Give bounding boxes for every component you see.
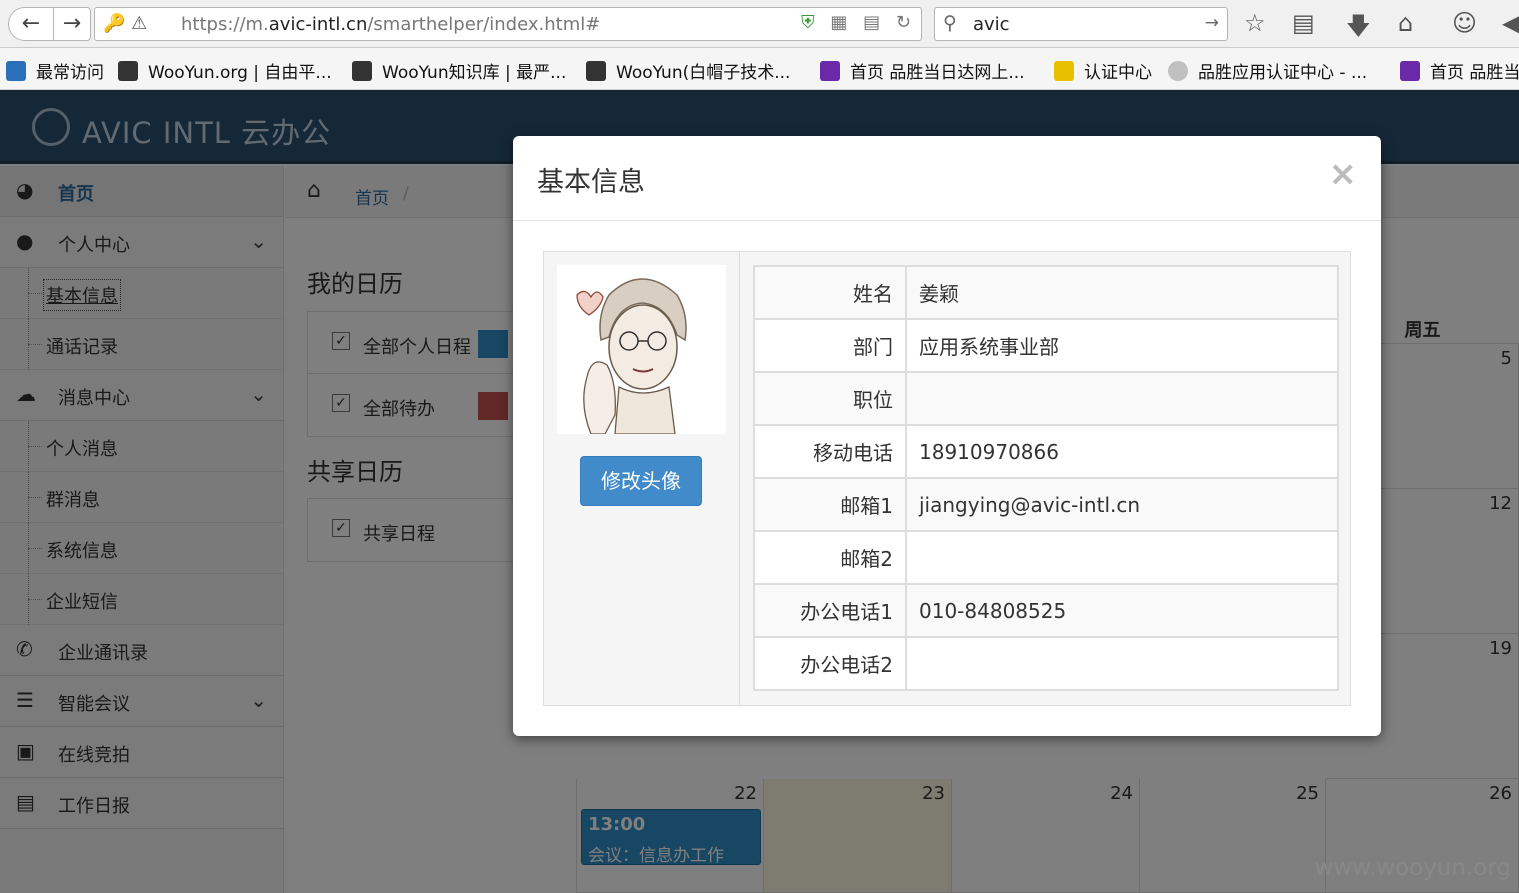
modal-title: 基本信息	[537, 167, 645, 198]
forward-button[interactable]: →	[53, 7, 91, 41]
basic-info-modal: 基本信息 × 修改头像 姓名 姜颖 部门 应用系统事业部 职位 移动电话 189…	[513, 136, 1381, 736]
overflow-icon[interactable]: ◀	[1502, 9, 1519, 37]
field-label: 邮箱2	[753, 530, 907, 585]
reload-icon[interactable]: ↻	[896, 12, 911, 33]
avatar-column: 修改头像	[544, 252, 740, 705]
field-label: 办公电话2	[753, 636, 907, 691]
bookmark-item[interactable]: WooYun(白帽子技术...	[586, 58, 790, 83]
watermark: www.wooyun.org	[1314, 855, 1511, 881]
bookmark-item[interactable]: WooYun.org | 自由平...	[118, 58, 332, 83]
field-value	[905, 371, 1339, 426]
bookmark-favicon-icon	[820, 61, 840, 81]
field-label: 邮箱1	[753, 477, 907, 532]
table-row: 办公电话2	[753, 636, 1339, 691]
field-label: 职位	[753, 371, 907, 426]
url-bar[interactable]: 🔑 ⚠ https://m.avic-intl.cn/smarthelper/i…	[94, 7, 922, 41]
reading-list-icon[interactable]: ▤	[1292, 9, 1315, 37]
bookmark-favicon-icon	[6, 61, 26, 81]
field-label: 移动电话	[753, 424, 907, 479]
bookmark-item[interactable]: WooYun知识库 | 最严...	[352, 58, 566, 83]
table-row: 姓名 姜颖	[753, 265, 1339, 320]
home-icon[interactable]: ⌂	[1398, 9, 1413, 37]
field-value: 18910970866	[905, 424, 1339, 479]
change-avatar-button[interactable]: 修改头像	[580, 456, 702, 506]
bookmark-favicon-icon	[1054, 61, 1074, 81]
field-label: 姓名	[753, 265, 907, 320]
search-go-icon[interactable]: →	[1205, 13, 1219, 33]
field-label: 部门	[753, 318, 907, 373]
field-value: 姜颖	[905, 265, 1339, 320]
table-row: 邮箱1 jiangying@avic-intl.cn	[753, 477, 1339, 532]
site-identity-icon[interactable]: 🔑 ⚠	[103, 13, 147, 34]
field-value: 应用系统事业部	[905, 318, 1339, 373]
bookmark-favicon-icon	[352, 61, 372, 81]
bookmarks-bar: 最常访问 WooYun.org | 自由平... WooYun知识库 | 最严.…	[0, 48, 1519, 90]
bookmark-favicon-icon	[1168, 61, 1188, 81]
table-row: 部门 应用系统事业部	[753, 318, 1339, 373]
drive-icon[interactable]: ▤	[863, 12, 880, 33]
modal-header: 基本信息 ×	[513, 136, 1381, 221]
table-row: 移动电话 18910970866	[753, 424, 1339, 479]
back-button[interactable]: ←	[8, 7, 54, 41]
field-value: 010-84808525	[905, 583, 1339, 638]
bookmark-star-icon[interactable]: ☆	[1244, 9, 1266, 37]
bookmark-item[interactable]: 最常访问	[6, 58, 104, 83]
field-value	[905, 636, 1339, 691]
bookmark-favicon-icon	[586, 61, 606, 81]
field-value: jiangying@avic-intl.cn	[905, 477, 1339, 532]
bookmark-favicon-icon	[118, 61, 138, 81]
bookmark-item[interactable]: 首页 品胜当日达网上...	[820, 58, 1025, 83]
smiley-icon[interactable]: ☺	[1452, 9, 1477, 37]
search-input[interactable]: avic	[973, 14, 1010, 35]
search-icon: ⚲	[943, 12, 957, 34]
search-bar[interactable]: ⚲ avic →	[934, 7, 1228, 41]
table-row: 邮箱2	[753, 530, 1339, 585]
table-row: 办公电话1 010-84808525	[753, 583, 1339, 638]
shield-icon[interactable]: ⛨	[801, 12, 815, 33]
avatar	[557, 265, 726, 435]
qr-code-icon[interactable]: ▦	[830, 12, 847, 33]
bookmark-item[interactable]: 品胜应用认证中心 - ...	[1168, 58, 1367, 83]
browser-toolbar: ← → 🔑 ⚠ https://m.avic-intl.cn/smarthelp…	[0, 0, 1519, 48]
info-table: 姓名 姜颖 部门 应用系统事业部 职位 移动电话 18910970866 邮箱1…	[753, 265, 1339, 691]
bookmark-item[interactable]: 认证中心	[1054, 58, 1152, 83]
field-label: 办公电话1	[753, 583, 907, 638]
url-text[interactable]: https://m.avic-intl.cn/smarthelper/index…	[181, 14, 600, 35]
info-panel: 修改头像 姓名 姜颖 部门 应用系统事业部 职位 移动电话 1891097086…	[543, 251, 1351, 706]
bookmark-favicon-icon	[1400, 61, 1420, 81]
table-row: 职位	[753, 371, 1339, 426]
close-icon[interactable]: ×	[1329, 154, 1358, 194]
bookmark-item[interactable]: 首页 品胜当	[1400, 58, 1519, 83]
download-icon[interactable]: 🡇	[1346, 9, 1371, 50]
field-value	[905, 530, 1339, 585]
